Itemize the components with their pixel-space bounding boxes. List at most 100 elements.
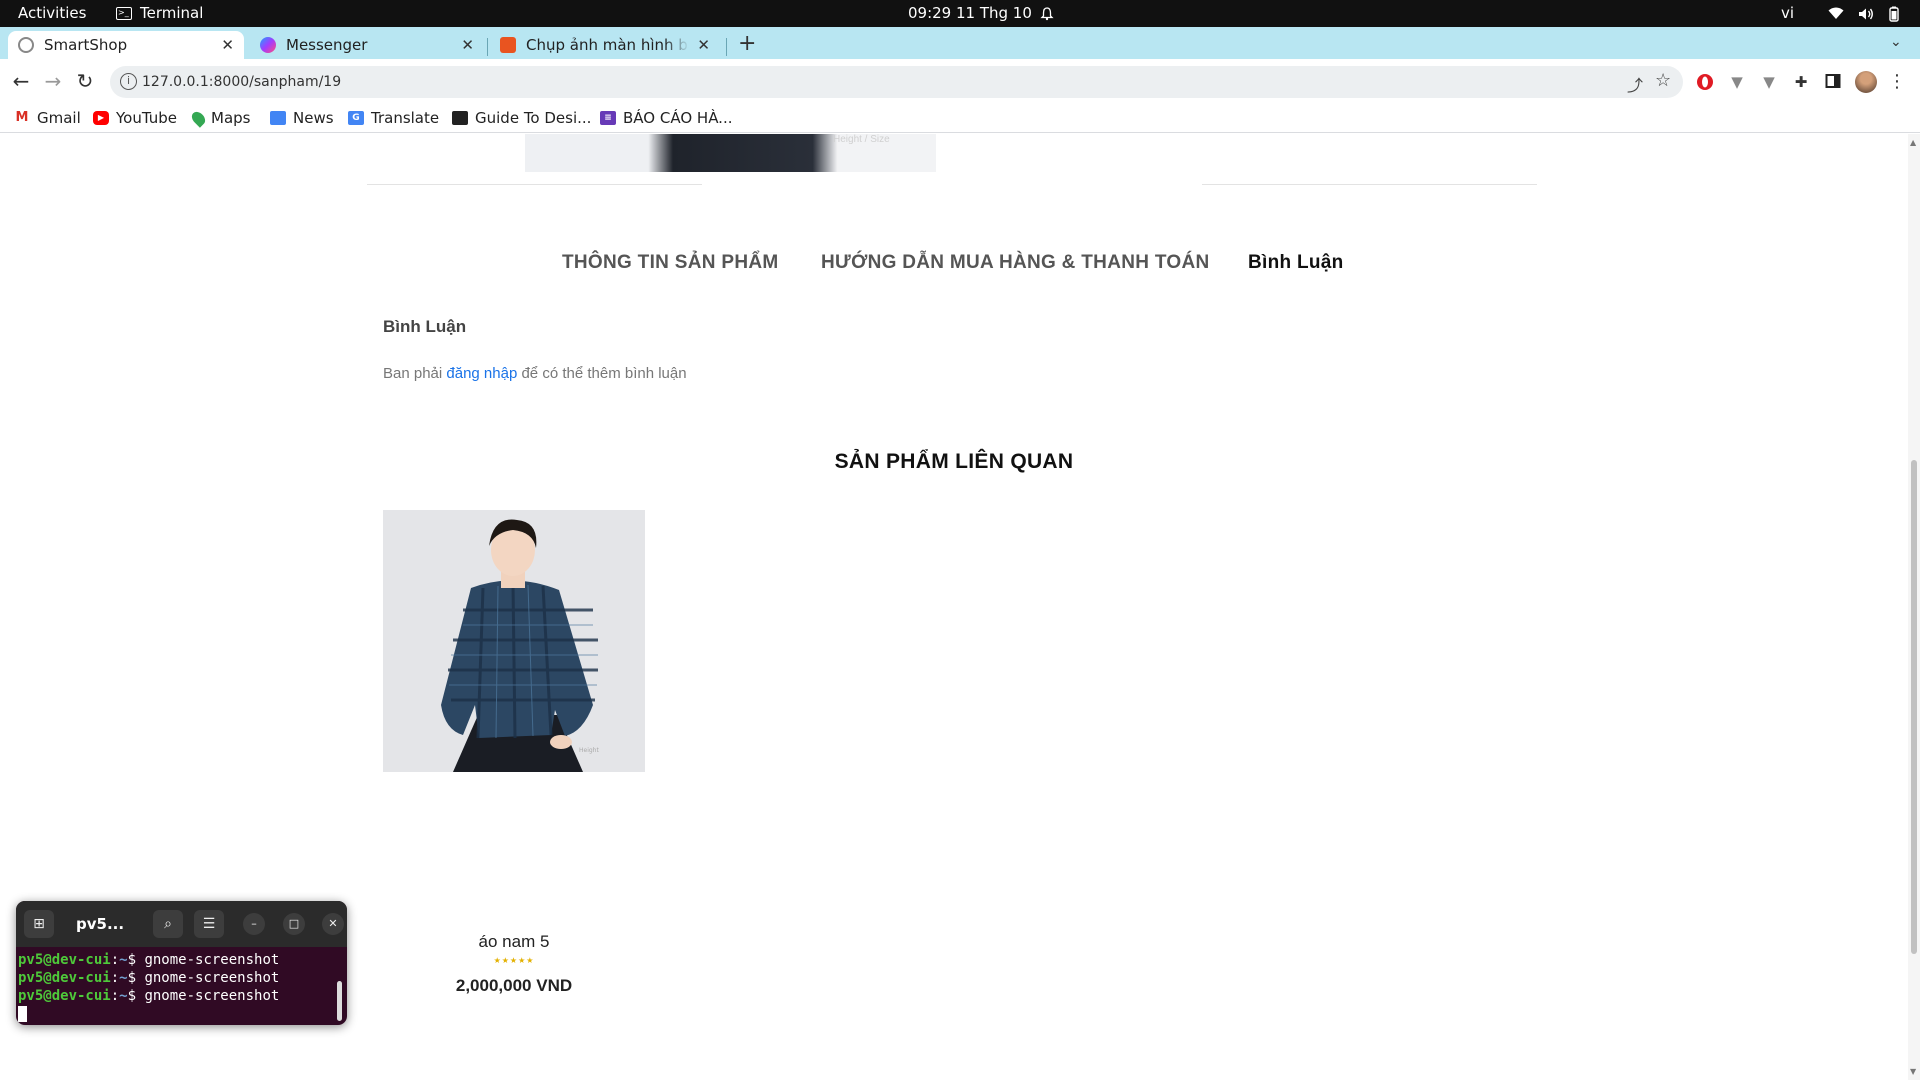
terminal-line: pv5@dev-cui:~$ gnome-screenshot: [18, 988, 280, 1004]
extensions-icon[interactable]: ✚: [1792, 73, 1810, 91]
product-price: 2,000,000 VND: [455, 976, 573, 995]
svg-text:Height: Height: [579, 747, 599, 754]
tab-comments[interactable]: Bình Luận: [1248, 252, 1344, 274]
translate-icon: G: [348, 111, 364, 125]
wifi-icon: [1828, 7, 1844, 19]
forward-icon[interactable]: →: [40, 68, 66, 94]
page-scrollbar[interactable]: ▲ ▼: [1908, 134, 1920, 1080]
tab-search-chevron-icon[interactable]: ⌄: [1890, 34, 1902, 50]
terminal-line: pv5@dev-cui:~$ gnome-screenshot: [18, 970, 280, 986]
bookmark-maps[interactable]: Maps: [189, 108, 250, 128]
battery-icon: [1889, 6, 1899, 22]
browser-tab-strip: SmartShop ✕ Messenger ✕ Chụp ảnh màn hìn…: [0, 27, 1920, 59]
bookmark-news[interactable]: News: [270, 108, 334, 128]
product-rating-stars: ★★★★★: [493, 956, 535, 965]
divider: [1202, 184, 1537, 185]
input-language-indicator[interactable]: vi: [1781, 0, 1794, 27]
back-icon[interactable]: ←: [8, 68, 34, 94]
note-text-before: Ban phải: [383, 365, 447, 382]
terminal-scrollbar[interactable]: [337, 981, 342, 1021]
bookmark-translate[interactable]: G Translate: [348, 108, 439, 128]
close-tab-icon[interactable]: ✕: [697, 36, 710, 54]
minimize-icon[interactable]: –: [243, 913, 265, 935]
tab-smartshop[interactable]: SmartShop ✕: [8, 31, 244, 59]
scroll-down-arrow-icon[interactable]: ▼: [1910, 1067, 1916, 1076]
language-code: vi: [1781, 4, 1795, 22]
close-icon[interactable]: ✕: [322, 913, 344, 935]
tab-screenshot-article[interactable]: Chụp ảnh màn hình bằn ✕: [490, 31, 720, 59]
browser-toolbar: ← → ↻ i 127.0.0.1:8000/sanpham/19 ⤴ ☆ ▼ …: [0, 59, 1920, 104]
tab-separator: [487, 38, 488, 56]
url-text[interactable]: 127.0.0.1:8000/sanpham/19: [142, 66, 341, 98]
site-favicon-icon: [500, 37, 516, 53]
site-info-icon[interactable]: i: [120, 73, 137, 90]
globe-icon: [18, 37, 34, 53]
clock-button[interactable]: 09:29 11 Thg 10: [908, 0, 1054, 27]
terminal-line: pv5@dev-cui:~$ gnome-screenshot: [18, 952, 280, 968]
activities-button[interactable]: Activities: [18, 0, 86, 27]
tab-title: Chụp ảnh màn hình bằn: [526, 36, 690, 54]
vuejs-devtools-icon[interactable]: ▼: [1760, 73, 1778, 91]
close-tab-icon[interactable]: ✕: [461, 36, 474, 54]
scroll-up-arrow-icon[interactable]: ▲: [1910, 138, 1916, 147]
youtube-icon: ▶: [93, 111, 109, 125]
side-panel-icon[interactable]: [1824, 73, 1842, 91]
app-name: Terminal: [140, 4, 204, 22]
tab-title: SmartShop: [44, 36, 128, 54]
messenger-icon: [260, 37, 276, 53]
product-name[interactable]: áo nam 5: [383, 932, 645, 952]
opera-extension-icon[interactable]: [1696, 73, 1714, 91]
tab-messenger[interactable]: Messenger ✕: [250, 31, 484, 59]
news-icon: [270, 111, 286, 125]
maps-pin-icon: [189, 108, 208, 128]
profile-icon[interactable]: [1855, 71, 1877, 93]
bookmark-bao-cao[interactable]: ≡ BÁO CÁO HÀ...: [600, 108, 733, 128]
clock-text: 09:29 11 Thg 10: [908, 4, 1032, 22]
bookmark-label: Guide To Desi...: [475, 109, 592, 127]
tab-title: Messenger: [286, 36, 368, 54]
bookmark-gmail[interactable]: M Gmail: [14, 108, 81, 128]
address-bar[interactable]: i 127.0.0.1:8000/sanpham/19 ⤴ ☆: [110, 66, 1683, 98]
related-products-title: SẢN PHẨM LIÊN QUAN: [834, 450, 1074, 473]
image-caption: Height / Size: [833, 134, 890, 145]
bookmark-label: News: [293, 109, 334, 127]
terminal-title: pv5...: [76, 915, 125, 933]
vuejs-extension-icon[interactable]: ▼: [1728, 73, 1746, 91]
comments-heading: Bình Luận: [383, 317, 467, 336]
maximize-icon[interactable]: □: [283, 913, 305, 935]
terminal-window[interactable]: ⊞ pv5... ⌕ ☰ – □ ✕ pv5@dev-cui:~$ gnome-…: [16, 901, 347, 1025]
tab-purchase-guide[interactable]: HƯỚNG DẪN MUA HÀNG & THANH TOÁN: [821, 252, 1210, 274]
bookmark-guide[interactable]: Guide To Desi...: [452, 108, 591, 128]
gnome-top-bar: Activities >_ Terminal 09:29 11 Thg 10 v…: [0, 0, 1920, 27]
forms-icon: ≡: [600, 111, 616, 125]
close-tab-icon[interactable]: ✕: [221, 36, 234, 54]
divider: [367, 184, 702, 185]
app-menu-terminal[interactable]: >_ Terminal: [116, 0, 203, 27]
bookmark-youtube[interactable]: ▶ YouTube: [93, 108, 177, 128]
product-photo[interactable]: Height: [383, 510, 645, 772]
menu-icon[interactable]: ⋮: [1888, 73, 1906, 91]
product-card[interactable]: Height áo nam 5 ★★★★★ 2,000,000 VND: [383, 510, 645, 995]
reload-icon[interactable]: ↻: [72, 68, 98, 94]
scrollbar-thumb[interactable]: [1911, 460, 1917, 954]
bell-icon: [1040, 6, 1054, 20]
terminal-headerbar[interactable]: ⊞ pv5... ⌕ ☰ – □ ✕: [16, 901, 347, 947]
terminal-output[interactable]: pv5@dev-cui:~$ gnome-screenshot pv5@dev-…: [18, 951, 279, 1023]
hamburger-menu-icon[interactable]: ☰: [194, 910, 224, 938]
star-icon[interactable]: ☆: [1655, 70, 1671, 91]
system-tray[interactable]: [1828, 0, 1900, 27]
guide-favicon-icon: [452, 111, 468, 125]
new-tab-icon[interactable]: +: [738, 30, 756, 58]
tab-separator: [726, 38, 727, 56]
note-text-after: để có thể thêm bình luận: [517, 365, 687, 382]
bookmark-label: BÁO CÁO HÀ...: [623, 109, 733, 127]
new-tab-icon[interactable]: ⊞: [24, 910, 54, 938]
share-icon[interactable]: ⤴: [1627, 72, 1643, 96]
terminal-icon: >_: [116, 7, 132, 20]
volume-icon: [1859, 8, 1873, 19]
search-icon[interactable]: ⌕: [153, 910, 183, 938]
login-link[interactable]: đăng nhập: [446, 365, 517, 382]
text-cursor: [18, 1006, 27, 1022]
terminal-cursor-line: [18, 1005, 279, 1023]
tab-product-info[interactable]: THÔNG TIN SẢN PHẨM: [562, 252, 779, 274]
